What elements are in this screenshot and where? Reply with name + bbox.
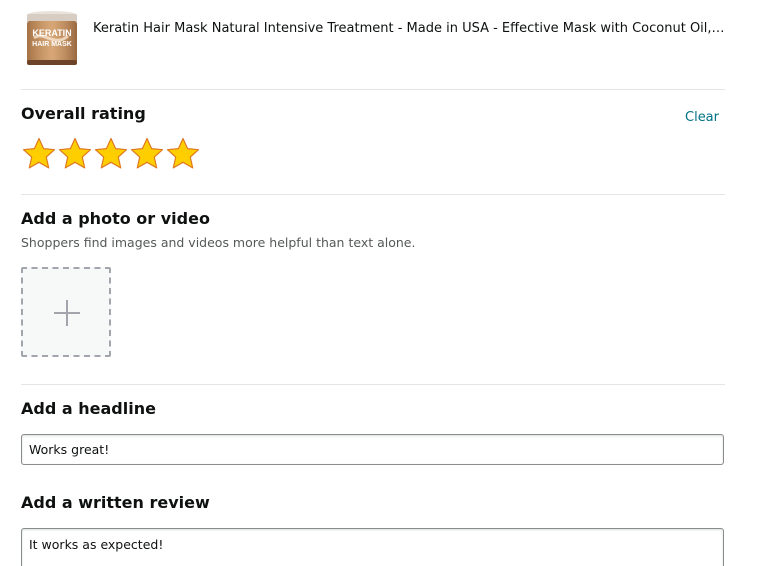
upload-media-button[interactable] <box>21 267 111 357</box>
star-icon-4[interactable] <box>129 136 165 172</box>
written-review-value: It works as expected! <box>29 537 164 552</box>
jar-label-line1: KERATIN <box>32 28 71 38</box>
overall-rating-title: Overall rating <box>21 104 146 123</box>
clear-rating-link[interactable]: Clear <box>685 110 719 126</box>
written-review-textarea[interactable]: It works as expected! <box>21 528 724 566</box>
star-icon-1[interactable] <box>21 136 57 172</box>
divider <box>21 89 725 90</box>
product-title[interactable]: Keratin Hair Mask Natural Intensive Trea… <box>93 20 725 38</box>
divider <box>21 384 725 385</box>
headline-input[interactable]: Works great! <box>21 434 724 465</box>
jar-label-line2: HAIR MASK <box>32 41 72 48</box>
add-photo-video-subtitle: Shoppers find images and videos more hel… <box>21 235 416 250</box>
product-header: KERATIN HAIR MASK Keratin Hair Mask Natu… <box>21 8 725 70</box>
divider <box>21 194 725 195</box>
star-icon-2[interactable] <box>57 136 93 172</box>
star-icon-5[interactable] <box>165 136 201 172</box>
add-headline-title: Add a headline <box>21 399 156 418</box>
star-rating[interactable] <box>21 136 201 172</box>
plus-icon <box>54 300 80 326</box>
review-form-page: KERATIN HAIR MASK Keratin Hair Mask Natu… <box>0 0 770 566</box>
star-icon-3[interactable] <box>93 136 129 172</box>
product-thumbnail: KERATIN HAIR MASK <box>24 8 80 70</box>
add-photo-video-title: Add a photo or video <box>21 209 210 228</box>
headline-input-value: Works great! <box>29 442 110 457</box>
add-written-review-title: Add a written review <box>21 493 210 512</box>
keratin-hair-mask-jar-icon: KERATIN HAIR MASK <box>27 11 77 65</box>
